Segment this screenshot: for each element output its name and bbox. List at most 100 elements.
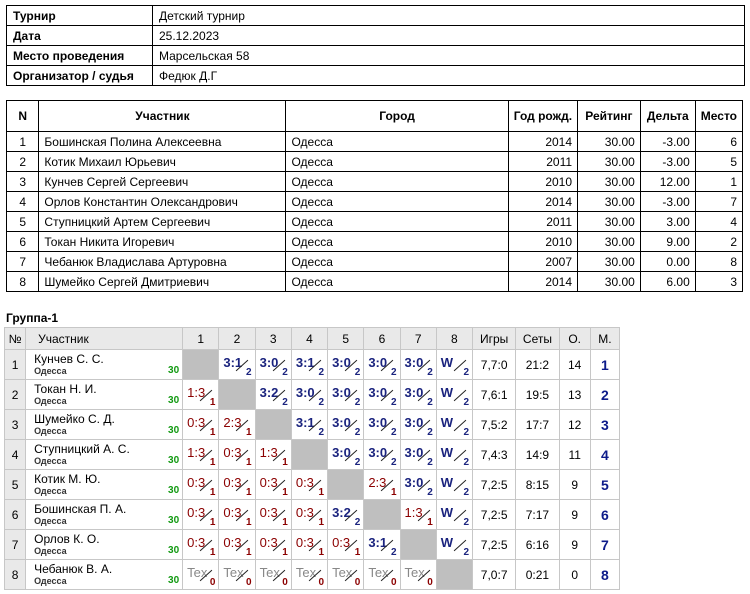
group-player-city: Одесса: [34, 456, 67, 466]
match-result-cell: 3:0 2: [254, 349, 292, 380]
group-points: 13: [558, 379, 591, 410]
participant-city: Одесса: [285, 251, 509, 272]
group-player-city: Одесса: [34, 576, 67, 586]
match-result-cell: 0:3 1: [290, 469, 329, 500]
group-games: 7,0:7: [472, 559, 517, 590]
participant-delta: 12.00: [639, 171, 696, 192]
match-result-cell: 0:3 1: [254, 529, 292, 560]
match-points: 1: [246, 487, 252, 498]
match-result-cell: 3:2 2: [327, 499, 365, 530]
group-player-name: Кунчев С. С.: [34, 352, 104, 366]
match-result-cell: 3:0 2: [399, 349, 437, 380]
match-points: 2: [463, 547, 470, 558]
participant-name: Токан Никита Игоревич: [38, 231, 287, 252]
participant-birth-year: 2011: [507, 211, 579, 232]
match-points: 2: [282, 367, 288, 378]
group-row: 7 Орлов К. О. Одесса 30 0:3 1 0:3 1 0:3 1 0:3 1 0:3 1…: [3, 529, 621, 560]
match-result-cell: Tex 0: [254, 559, 292, 590]
header-rating: Рейтинг: [577, 100, 641, 132]
group-player-name: Котик М. Ю.: [34, 472, 101, 486]
match-result-cell: W2: [435, 349, 474, 380]
self-match-cell: [290, 439, 329, 470]
group-games: 7,2:5: [472, 469, 517, 500]
group-row: 6 Бошинская П. А. Одесса 30 0:3 1 0:3 1 0:3 1 0:3 1…: [3, 499, 621, 530]
participant-place: 7: [694, 191, 744, 212]
group-header-col-2: 2: [218, 327, 256, 350]
group-header-participant: Участник: [25, 327, 184, 350]
match-points: 2: [318, 397, 325, 408]
participant-place: 8: [694, 251, 744, 272]
group-player-name: Бошинская П. А.: [34, 502, 127, 516]
match-result-cell: 3:0 2: [399, 439, 437, 470]
match-points: 0: [354, 577, 361, 588]
participant-delta: 6.00: [639, 271, 696, 292]
match-points: 1: [318, 547, 325, 558]
header-participant: Участник: [38, 100, 287, 132]
group-player-city: Одесса: [34, 396, 67, 406]
group-points: 9: [558, 499, 591, 530]
match-points: 0: [209, 577, 216, 588]
match-points: 2: [354, 397, 361, 408]
match-points: 2: [354, 367, 361, 378]
match-result-cell: W2: [435, 529, 474, 560]
match-result-cell: 3:1 2: [290, 409, 329, 440]
participant-number: 7: [5, 251, 40, 272]
match-points: 1: [246, 457, 252, 468]
match-result-cell: 3:0 2: [327, 439, 365, 470]
group-header-sets: Сеты: [515, 327, 560, 350]
participant-place: 2: [694, 231, 744, 252]
match-result-cell: 0:3 1: [218, 529, 256, 560]
match-result-cell: 0:3 1: [182, 469, 220, 500]
group-place: 5: [589, 469, 621, 500]
info-key: Организатор / судья: [6, 65, 153, 86]
group-games: 7,4:3: [472, 439, 517, 470]
match-points: 1: [209, 487, 216, 498]
match-points: 1: [354, 547, 361, 558]
group-place: 8: [589, 559, 621, 590]
match-result-cell: 1:3 1: [254, 439, 292, 470]
participant-rating: 30.00: [577, 131, 641, 152]
participant-place: 1: [694, 171, 744, 192]
match-result-cell: Tex 0: [218, 559, 256, 590]
match-points: 1: [209, 397, 216, 408]
match-points: 1: [390, 487, 397, 498]
match-result-cell: 2:3 1: [218, 409, 256, 440]
group-player-city: Одесса: [34, 486, 67, 496]
match-points: 1: [282, 457, 288, 468]
match-points: 0: [427, 577, 433, 588]
group-header-number: №: [3, 327, 27, 350]
participant-delta: -3.00: [639, 191, 696, 212]
match-points: 0: [282, 577, 288, 588]
match-result-cell: 3:0 2: [363, 379, 401, 410]
group-title: Группа-1: [6, 311, 59, 325]
match-result-cell: 1:3 1: [182, 379, 220, 410]
self-match-cell: [399, 529, 437, 560]
tournament-info-body: Турнир Детский турнир Дата 25.12.2023 Место …: [6, 5, 745, 86]
group-header-row: № Участник 1 2 3 4 5 6 7 8 Игры Сеты О. …: [3, 327, 621, 350]
participant-name: Котик Михаил Юрьевич: [38, 151, 287, 172]
match-points: 2: [463, 487, 470, 498]
match-score: Tex: [223, 565, 244, 580]
participant-row: 7 Чебанюк Владислава Артуровна Одесса 2007 3…: [5, 251, 744, 272]
participant-delta: -3.00: [639, 151, 696, 172]
group-player-name: Орлов К. О.: [34, 532, 100, 546]
match-points: 1: [282, 517, 288, 528]
match-points: 0: [246, 577, 252, 588]
group-player-city: Одесса: [34, 516, 67, 526]
participant-number: 4: [5, 191, 40, 212]
tournament-info-table: Турнир Детский турнир Дата 25.12.2023 Место …: [6, 5, 745, 86]
match-points: 2: [463, 367, 470, 378]
match-result-cell: 3:1 2: [218, 349, 256, 380]
match-points: 2: [318, 367, 325, 378]
group-player-rating: 30: [168, 545, 180, 556]
match-result-cell: Tex 0: [363, 559, 401, 590]
group-header-col-8: 8: [435, 327, 474, 350]
match-points: 2: [354, 427, 361, 438]
participant-row: 6 Токан Никита Игоревич Одесса 2010 30.00 9.0…: [5, 231, 744, 252]
group-row-number: 8: [3, 559, 27, 590]
match-score: W: [440, 385, 454, 400]
group-player-rating: 30: [168, 425, 180, 436]
participant-delta: -3.00: [639, 131, 696, 152]
participant-city: Одесса: [285, 271, 509, 292]
group-place: 6: [589, 499, 621, 530]
